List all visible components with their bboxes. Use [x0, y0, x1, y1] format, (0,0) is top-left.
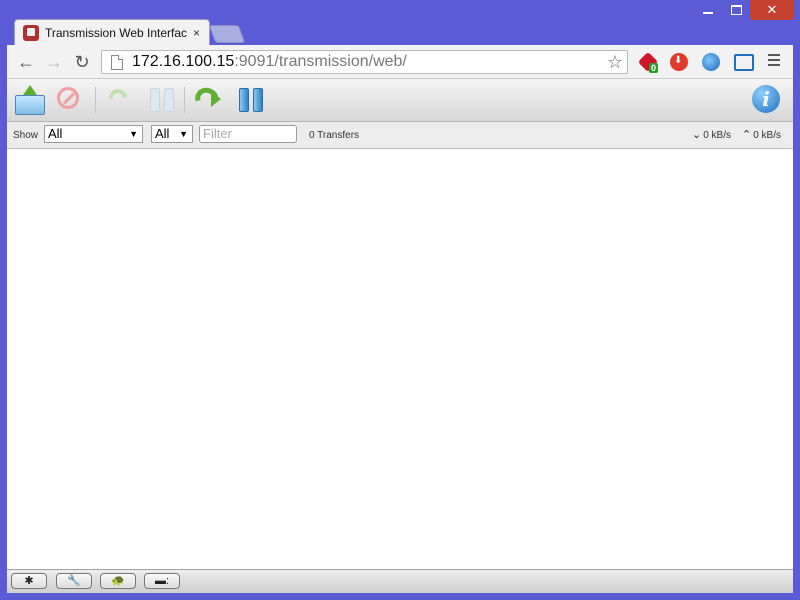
- toolbar-divider: [184, 87, 185, 113]
- globe-icon[interactable]: [702, 53, 720, 71]
- filter-input[interactable]: Filter: [199, 125, 297, 143]
- resume-all-button[interactable]: [191, 83, 225, 115]
- inspector-info-icon: i: [752, 85, 780, 113]
- open-torrent-icon: [15, 95, 45, 115]
- address-bar[interactable]: 172.16.100.15:9091/transmission/web/ ☆: [101, 50, 628, 74]
- download-icon[interactable]: [670, 53, 688, 71]
- minimize-button[interactable]: [694, 0, 722, 20]
- minimize-icon: [703, 12, 713, 14]
- upload-speed-value: 0 kB/s: [753, 130, 782, 141]
- settings-gear-icon[interactable]: ✱: [11, 573, 47, 589]
- remove-torrent-button[interactable]: [54, 85, 86, 115]
- tracker-filter-value: All: [155, 126, 170, 141]
- resume-selected-icon: [105, 85, 131, 111]
- browser-toolbar: ← → ↻ 172.16.100.15:9091/transmission/we…: [7, 45, 793, 79]
- adblock-badge: 0: [649, 63, 659, 73]
- url-path: :9091/transmission/web/: [234, 53, 407, 70]
- preferences-wrench-icon[interactable]: 🔧: [56, 573, 92, 589]
- torrent-list[interactable]: [7, 149, 793, 569]
- state-filter-value: All: [48, 126, 63, 141]
- open-torrent-button[interactable]: [13, 85, 45, 115]
- filter-bar: Show All ▼ All ▼ Filter 0 Transfers ⌄ 0 k…: [7, 122, 793, 149]
- transmission-favicon-icon: [23, 24, 39, 41]
- toolbar-divider: [95, 87, 96, 113]
- tab-close-button[interactable]: ×: [193, 26, 200, 40]
- pause-all-button[interactable]: [235, 85, 267, 115]
- download-speed: ⌄ 0 kB/s: [692, 128, 731, 141]
- pause-selected-button[interactable]: [146, 85, 178, 115]
- close-window-button[interactable]: ✕: [750, 0, 794, 20]
- transmission-toolbar: i: [7, 79, 793, 122]
- download-speed-value: 0 kB/s: [703, 130, 732, 141]
- menu-icon[interactable]: [768, 54, 780, 69]
- maximize-button[interactable]: [722, 0, 750, 20]
- remove-torrent-icon: [57, 87, 79, 109]
- browser-tab[interactable]: Transmission Web Interface ×: [14, 19, 210, 45]
- turtle-speed-icon[interactable]: 🐢: [100, 573, 136, 589]
- download-chevron-icon: ⌄: [692, 129, 702, 141]
- inspector-button[interactable]: i: [750, 85, 782, 115]
- tab-title: Transmission Web Interface: [45, 25, 187, 40]
- upload-chevron-icon: ⌃: [742, 129, 752, 141]
- fullscreen-icon[interactable]: [734, 54, 754, 71]
- star-icon[interactable]: ☆: [607, 52, 623, 73]
- page-content: i Show All ▼ All ▼ Filter 0 Transfers ⌄ 0…: [7, 79, 793, 593]
- reload-icon[interactable]: ↻: [71, 52, 93, 72]
- chevron-down-icon: ▼: [129, 129, 138, 139]
- state-filter-select[interactable]: All ▼: [44, 125, 143, 143]
- show-label: Show: [13, 130, 39, 141]
- tracker-filter-select[interactable]: All ▼: [151, 125, 193, 143]
- pause-selected-icon: [150, 88, 174, 112]
- chevron-down-icon: ▼: [179, 129, 188, 139]
- bottom-toolbar: ✱ 🔧 🐢 ▬:: [7, 569, 793, 593]
- page-icon: [111, 54, 123, 70]
- url-host: 172.16.100.15: [132, 53, 235, 70]
- transfer-count: 0 Transfers: [309, 130, 360, 141]
- forward-arrow-icon[interactable]: →: [43, 52, 65, 72]
- back-arrow-icon[interactable]: ←: [15, 52, 37, 72]
- resume-selected-button[interactable]: [105, 85, 137, 115]
- compact-view-icon[interactable]: ▬:: [144, 573, 180, 589]
- maximize-icon: [730, 5, 742, 15]
- window-controls: ✕: [694, 0, 794, 22]
- upload-speed: ⌃ 0 kB/s: [742, 128, 781, 141]
- pause-all-icon: [239, 88, 263, 112]
- new-tab-button[interactable]: [208, 25, 246, 43]
